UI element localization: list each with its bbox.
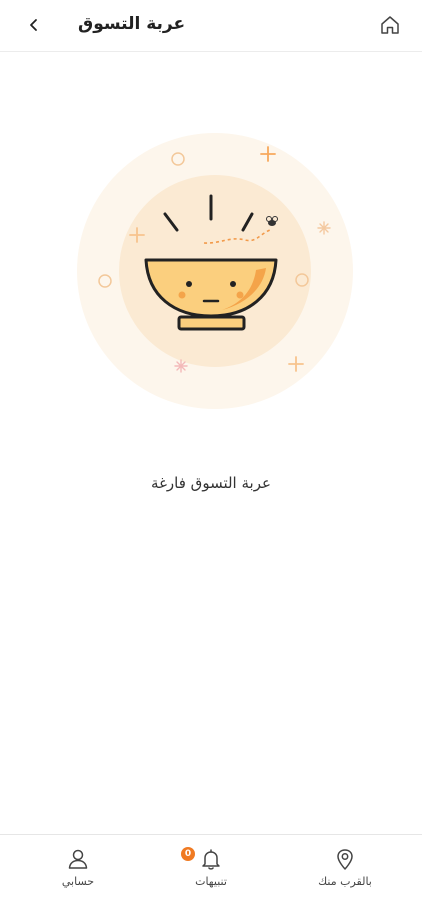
top-app-bar: عربة التسوق bbox=[0, 0, 422, 52]
empty-cart-illustration bbox=[77, 133, 353, 409]
nav-notifications-label: تنبيهات bbox=[195, 875, 227, 888]
chevron-left-icon bbox=[30, 19, 37, 31]
eye-left bbox=[186, 281, 192, 287]
home-icon bbox=[381, 16, 399, 34]
back-button[interactable] bbox=[22, 12, 46, 38]
nav-nearby[interactable]: بالقرب منك bbox=[300, 847, 390, 897]
bowl-base bbox=[177, 315, 246, 331]
bell-icon bbox=[199, 847, 223, 871]
eye-right bbox=[230, 281, 236, 287]
user-icon bbox=[66, 847, 90, 871]
notification-count-badge: 0 bbox=[181, 847, 195, 861]
nav-nearby-label: بالقرب منك bbox=[318, 875, 372, 888]
home-button[interactable] bbox=[378, 13, 402, 37]
cheek-left bbox=[178, 291, 186, 299]
nav-account[interactable]: حسابي bbox=[33, 847, 123, 897]
location-pin-icon bbox=[333, 847, 357, 871]
cheek-right bbox=[236, 291, 244, 299]
bottom-navigation: حسابي تنبيهات بالقرب منك bbox=[0, 834, 422, 900]
star-sparkle bbox=[317, 221, 331, 235]
nav-notifications[interactable]: تنبيهات bbox=[166, 847, 256, 897]
star-sparkle bbox=[174, 359, 188, 373]
page-title: عربة التسوق bbox=[78, 14, 186, 34]
nav-account-label: حسابي bbox=[61, 875, 95, 888]
empty-cart-message: عربة التسوق فارغة bbox=[151, 474, 271, 492]
